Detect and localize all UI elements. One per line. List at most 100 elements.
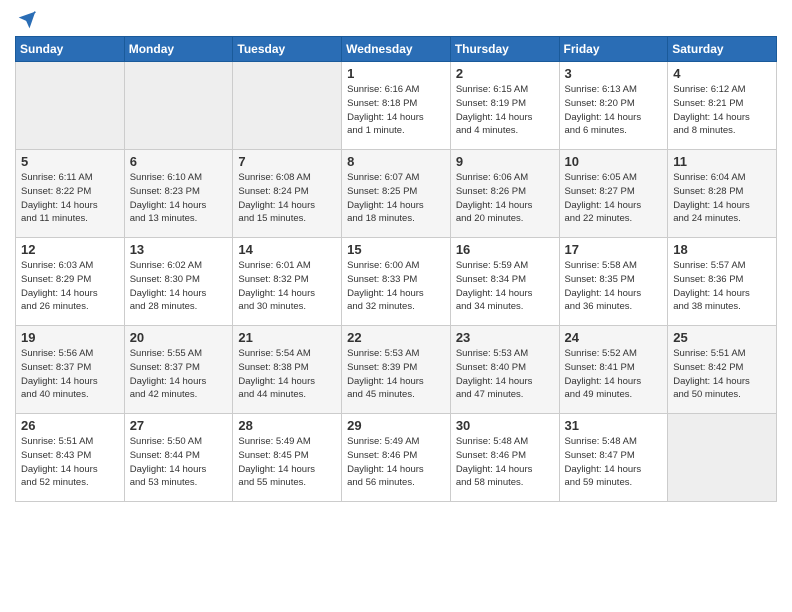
day-info: Sunrise: 6:13 AM Sunset: 8:20 PM Dayligh… bbox=[565, 83, 663, 138]
calendar-cell: 19 Sunrise: 5:56 AM Sunset: 8:37 PM Dayli… bbox=[16, 326, 125, 414]
day-info: Sunrise: 5:58 AM Sunset: 8:35 PM Dayligh… bbox=[565, 259, 663, 314]
day-info: Sunrise: 5:53 AM Sunset: 8:40 PM Dayligh… bbox=[456, 347, 554, 402]
day-number: 3 bbox=[565, 66, 663, 81]
day-info: Sunrise: 5:57 AM Sunset: 8:36 PM Dayligh… bbox=[673, 259, 771, 314]
day-info: Sunrise: 5:53 AM Sunset: 8:39 PM Dayligh… bbox=[347, 347, 445, 402]
day-info: Sunrise: 5:49 AM Sunset: 8:46 PM Dayligh… bbox=[347, 435, 445, 490]
calendar-cell: 23 Sunrise: 5:53 AM Sunset: 8:40 PM Dayli… bbox=[450, 326, 559, 414]
day-info: Sunrise: 6:07 AM Sunset: 8:25 PM Dayligh… bbox=[347, 171, 445, 226]
day-number: 13 bbox=[130, 242, 228, 257]
day-number: 24 bbox=[565, 330, 663, 345]
day-number: 8 bbox=[347, 154, 445, 169]
calendar-cell: 11 Sunrise: 6:04 AM Sunset: 8:28 PM Dayli… bbox=[668, 150, 777, 238]
day-number: 11 bbox=[673, 154, 771, 169]
day-info: Sunrise: 5:51 AM Sunset: 8:42 PM Dayligh… bbox=[673, 347, 771, 402]
day-info: Sunrise: 6:00 AM Sunset: 8:33 PM Dayligh… bbox=[347, 259, 445, 314]
day-number: 2 bbox=[456, 66, 554, 81]
calendar-cell: 6 Sunrise: 6:10 AM Sunset: 8:23 PM Daylig… bbox=[124, 150, 233, 238]
day-number: 12 bbox=[21, 242, 119, 257]
calendar-cell: 15 Sunrise: 6:00 AM Sunset: 8:33 PM Dayli… bbox=[342, 238, 451, 326]
column-header-friday: Friday bbox=[559, 37, 668, 62]
day-info: Sunrise: 6:04 AM Sunset: 8:28 PM Dayligh… bbox=[673, 171, 771, 226]
day-number: 27 bbox=[130, 418, 228, 433]
logo-bird-icon bbox=[17, 10, 37, 30]
calendar-cell: 16 Sunrise: 5:59 AM Sunset: 8:34 PM Dayli… bbox=[450, 238, 559, 326]
calendar-body: 1Sunrise: 6:16 AM Sunset: 8:18 PM Daylig… bbox=[16, 62, 777, 502]
day-number: 30 bbox=[456, 418, 554, 433]
header bbox=[15, 10, 777, 30]
day-number: 16 bbox=[456, 242, 554, 257]
calendar-cell: 5Sunrise: 6:11 AM Sunset: 8:22 PM Daylig… bbox=[16, 150, 125, 238]
calendar-cell: 29 Sunrise: 5:49 AM Sunset: 8:46 PM Dayli… bbox=[342, 414, 451, 502]
calendar-cell: 1Sunrise: 6:16 AM Sunset: 8:18 PM Daylig… bbox=[342, 62, 451, 150]
day-number: 25 bbox=[673, 330, 771, 345]
day-info: Sunrise: 6:11 AM Sunset: 8:22 PM Dayligh… bbox=[21, 171, 119, 226]
day-number: 6 bbox=[130, 154, 228, 169]
day-number: 26 bbox=[21, 418, 119, 433]
day-number: 28 bbox=[238, 418, 336, 433]
column-header-monday: Monday bbox=[124, 37, 233, 62]
day-number: 18 bbox=[673, 242, 771, 257]
day-info: Sunrise: 5:59 AM Sunset: 8:34 PM Dayligh… bbox=[456, 259, 554, 314]
calendar-week-row: 19 Sunrise: 5:56 AM Sunset: 8:37 PM Dayli… bbox=[16, 326, 777, 414]
day-number: 21 bbox=[238, 330, 336, 345]
day-number: 22 bbox=[347, 330, 445, 345]
day-info: Sunrise: 6:02 AM Sunset: 8:30 PM Dayligh… bbox=[130, 259, 228, 314]
calendar-week-row: 5Sunrise: 6:11 AM Sunset: 8:22 PM Daylig… bbox=[16, 150, 777, 238]
calendar-cell: 25 Sunrise: 5:51 AM Sunset: 8:42 PM Dayli… bbox=[668, 326, 777, 414]
calendar-cell: 22 Sunrise: 5:53 AM Sunset: 8:39 PM Dayli… bbox=[342, 326, 451, 414]
day-info: Sunrise: 6:03 AM Sunset: 8:29 PM Dayligh… bbox=[21, 259, 119, 314]
day-info: Sunrise: 5:56 AM Sunset: 8:37 PM Dayligh… bbox=[21, 347, 119, 402]
day-info: Sunrise: 6:12 AM Sunset: 8:21 PM Dayligh… bbox=[673, 83, 771, 138]
day-info: Sunrise: 5:54 AM Sunset: 8:38 PM Dayligh… bbox=[238, 347, 336, 402]
day-number: 15 bbox=[347, 242, 445, 257]
column-header-tuesday: Tuesday bbox=[233, 37, 342, 62]
day-number: 19 bbox=[21, 330, 119, 345]
day-info: Sunrise: 5:50 AM Sunset: 8:44 PM Dayligh… bbox=[130, 435, 228, 490]
calendar-cell: 17 Sunrise: 5:58 AM Sunset: 8:35 PM Dayli… bbox=[559, 238, 668, 326]
calendar-week-row: 26 Sunrise: 5:51 AM Sunset: 8:43 PM Dayli… bbox=[16, 414, 777, 502]
day-number: 14 bbox=[238, 242, 336, 257]
calendar-cell: 31Sunrise: 5:48 AM Sunset: 8:47 PM Dayli… bbox=[559, 414, 668, 502]
day-info: Sunrise: 6:01 AM Sunset: 8:32 PM Dayligh… bbox=[238, 259, 336, 314]
day-info: Sunrise: 6:06 AM Sunset: 8:26 PM Dayligh… bbox=[456, 171, 554, 226]
day-number: 23 bbox=[456, 330, 554, 345]
column-header-thursday: Thursday bbox=[450, 37, 559, 62]
calendar-cell: 8 Sunrise: 6:07 AM Sunset: 8:25 PM Daylig… bbox=[342, 150, 451, 238]
calendar-header-row: SundayMondayTuesdayWednesdayThursdayFrid… bbox=[16, 37, 777, 62]
day-number: 20 bbox=[130, 330, 228, 345]
calendar-cell: 28 Sunrise: 5:49 AM Sunset: 8:45 PM Dayli… bbox=[233, 414, 342, 502]
calendar-week-row: 1Sunrise: 6:16 AM Sunset: 8:18 PM Daylig… bbox=[16, 62, 777, 150]
day-number: 10 bbox=[565, 154, 663, 169]
calendar-table: SundayMondayTuesdayWednesdayThursdayFrid… bbox=[15, 36, 777, 502]
day-number: 7 bbox=[238, 154, 336, 169]
day-info: Sunrise: 5:55 AM Sunset: 8:37 PM Dayligh… bbox=[130, 347, 228, 402]
day-info: Sunrise: 5:48 AM Sunset: 8:47 PM Dayligh… bbox=[565, 435, 663, 490]
day-info: Sunrise: 6:16 AM Sunset: 8:18 PM Dayligh… bbox=[347, 83, 445, 138]
calendar-cell: 18 Sunrise: 5:57 AM Sunset: 8:36 PM Dayli… bbox=[668, 238, 777, 326]
calendar-cell: 27 Sunrise: 5:50 AM Sunset: 8:44 PM Dayli… bbox=[124, 414, 233, 502]
column-header-sunday: Sunday bbox=[16, 37, 125, 62]
day-number: 29 bbox=[347, 418, 445, 433]
calendar-cell: 21 Sunrise: 5:54 AM Sunset: 8:38 PM Dayli… bbox=[233, 326, 342, 414]
calendar-cell: 26 Sunrise: 5:51 AM Sunset: 8:43 PM Dayli… bbox=[16, 414, 125, 502]
day-number: 17 bbox=[565, 242, 663, 257]
calendar-cell: 20 Sunrise: 5:55 AM Sunset: 8:37 PM Dayli… bbox=[124, 326, 233, 414]
column-header-saturday: Saturday bbox=[668, 37, 777, 62]
calendar-cell: 2 Sunrise: 6:15 AM Sunset: 8:19 PM Daylig… bbox=[450, 62, 559, 150]
day-info: Sunrise: 5:51 AM Sunset: 8:43 PM Dayligh… bbox=[21, 435, 119, 490]
logo bbox=[15, 10, 37, 30]
day-info: Sunrise: 6:10 AM Sunset: 8:23 PM Dayligh… bbox=[130, 171, 228, 226]
calendar-week-row: 12 Sunrise: 6:03 AM Sunset: 8:29 PM Dayli… bbox=[16, 238, 777, 326]
column-header-wednesday: Wednesday bbox=[342, 37, 451, 62]
day-info: Sunrise: 6:08 AM Sunset: 8:24 PM Dayligh… bbox=[238, 171, 336, 226]
day-info: Sunrise: 6:15 AM Sunset: 8:19 PM Dayligh… bbox=[456, 83, 554, 138]
day-info: Sunrise: 5:49 AM Sunset: 8:45 PM Dayligh… bbox=[238, 435, 336, 490]
calendar-cell bbox=[668, 414, 777, 502]
calendar-cell: 24 Sunrise: 5:52 AM Sunset: 8:41 PM Dayli… bbox=[559, 326, 668, 414]
day-info: Sunrise: 5:52 AM Sunset: 8:41 PM Dayligh… bbox=[565, 347, 663, 402]
calendar-cell bbox=[124, 62, 233, 150]
day-info: Sunrise: 5:48 AM Sunset: 8:46 PM Dayligh… bbox=[456, 435, 554, 490]
calendar-cell: 4Sunrise: 6:12 AM Sunset: 8:21 PM Daylig… bbox=[668, 62, 777, 150]
calendar-cell: 30 Sunrise: 5:48 AM Sunset: 8:46 PM Dayli… bbox=[450, 414, 559, 502]
